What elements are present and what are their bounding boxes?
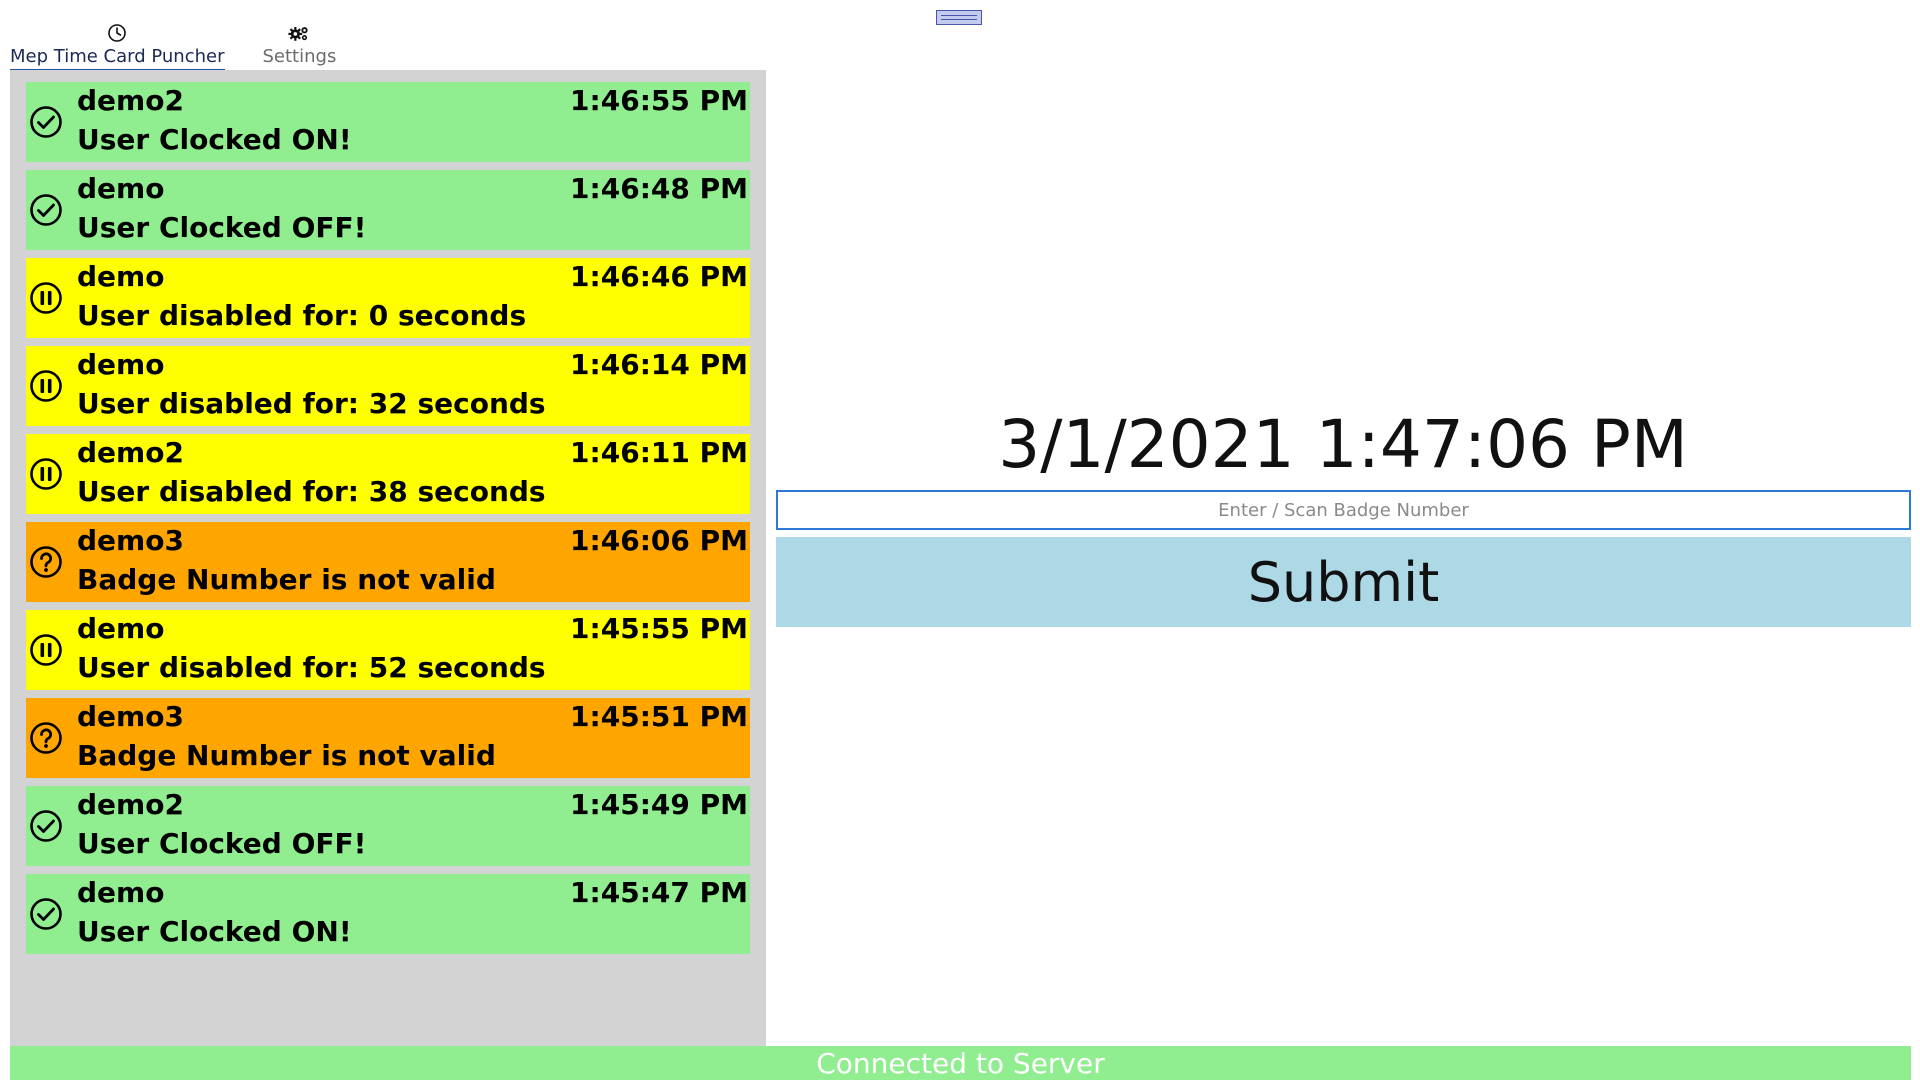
question-circle-icon (28, 720, 64, 756)
event-user: demo (77, 172, 165, 205)
event-user: demo2 (77, 436, 184, 469)
check-circle-icon (28, 808, 64, 844)
pause-circle-icon (28, 368, 64, 404)
event-time: 1:45:49 PM (570, 788, 748, 821)
event-message: Badge Number is not valid (77, 563, 496, 596)
event-time: 1:45:51 PM (570, 700, 748, 733)
check-circle-icon (28, 896, 64, 932)
event-user: demo (77, 260, 165, 293)
event-time: 1:46:06 PM (570, 524, 748, 557)
clock-icon (106, 22, 128, 44)
event-row[interactable]: demo2 1:45:49 PM User Clocked OFF! (26, 786, 750, 866)
event-time: 1:45:47 PM (570, 876, 748, 909)
event-user: demo3 (77, 524, 184, 557)
event-user: demo (77, 348, 165, 381)
event-time: 1:46:46 PM (570, 260, 748, 293)
event-time: 1:46:14 PM (570, 348, 748, 381)
pause-circle-icon (28, 280, 64, 316)
event-user: demo3 (77, 700, 184, 733)
pause-circle-icon (28, 632, 64, 668)
event-row[interactable]: demo3 1:46:06 PM Badge Number is not valid (26, 522, 750, 602)
event-row[interactable]: demo 1:46:46 PM User disabled for: 0 secon… (26, 258, 750, 338)
event-message: User disabled for: 38 seconds (77, 475, 546, 508)
event-row[interactable]: demo3 1:45:51 PM Badge Number is not valid (26, 698, 750, 778)
event-row[interactable]: demo 1:46:48 PM User Clocked OFF! (26, 170, 750, 250)
event-user: demo (77, 876, 165, 909)
event-user: demo2 (77, 84, 184, 117)
grip-icon (941, 15, 977, 20)
event-time: 1:46:55 PM (570, 84, 748, 117)
tab-label: Mep Time Card Puncher (10, 47, 225, 71)
tab-label: Settings (262, 46, 337, 67)
event-message: User Clocked OFF! (77, 211, 367, 244)
event-time: 1:46:48 PM (570, 172, 748, 205)
event-message: Badge Number is not valid (77, 739, 496, 772)
badge-number-input[interactable] (776, 490, 1911, 530)
question-circle-icon (28, 544, 64, 580)
event-row[interactable]: demo2 1:46:11 PM User disabled for: 38 sec… (26, 434, 750, 514)
event-message: User Clocked ON! (77, 915, 352, 948)
drag-handle[interactable] (936, 10, 982, 25)
gears-icon (288, 22, 310, 44)
event-row[interactable]: demo 1:46:14 PM User disabled for: 32 seco… (26, 346, 750, 426)
event-user: demo2 (77, 788, 184, 821)
event-message: User disabled for: 0 seconds (77, 299, 527, 332)
event-time: 1:45:55 PM (570, 612, 748, 645)
current-datetime: 3/1/2021 1:47:06 PM (998, 406, 1688, 483)
event-row[interactable]: demo2 1:46:55 PM User Clocked ON! (26, 82, 750, 162)
top-nav: Mep Time Card Puncher Settings (10, 22, 336, 71)
event-time: 1:46:11 PM (570, 436, 748, 469)
tab-time-card-puncher[interactable]: Mep Time Card Puncher (10, 22, 225, 71)
event-message: User disabled for: 52 seconds (77, 651, 546, 684)
event-log-list[interactable]: demo2 1:46:55 PM User Clocked ON! demo 1:46:… (10, 70, 766, 1046)
event-user: demo (77, 612, 165, 645)
event-message: User Clocked ON! (77, 123, 352, 156)
check-circle-icon (28, 104, 64, 140)
event-message: User disabled for: 32 seconds (77, 387, 546, 420)
submit-button[interactable]: Submit (776, 537, 1911, 627)
check-circle-icon (28, 192, 64, 228)
event-row[interactable]: demo 1:45:47 PM User Clocked ON! (26, 874, 750, 954)
tab-settings[interactable]: Settings (262, 22, 337, 71)
time-card-app: Mep Time Card Puncher Settings demo2 1:4… (0, 0, 1920, 1080)
pause-circle-icon (28, 456, 64, 492)
event-message: User Clocked OFF! (77, 827, 367, 860)
connection-status-bar: Connected to Server (10, 1046, 1911, 1080)
event-row[interactable]: demo 1:45:55 PM User disabled for: 52 seco… (26, 610, 750, 690)
